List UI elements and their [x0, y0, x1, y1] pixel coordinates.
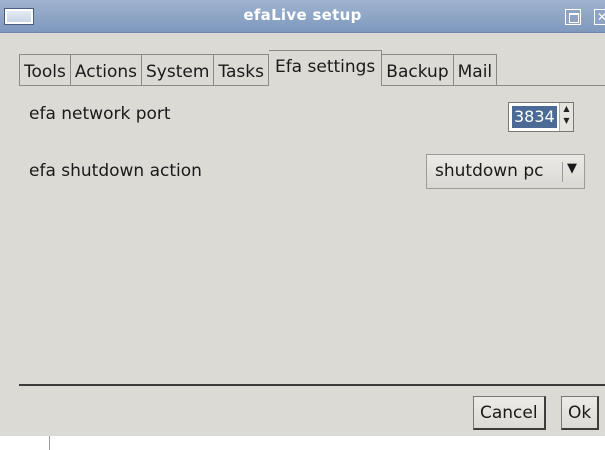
ok-button[interactable]: Ok — [561, 396, 600, 430]
tab-efa-settings[interactable]: Efa settings — [268, 50, 383, 86]
shutdown-action-combo[interactable]: shutdown pc ▼ — [426, 154, 585, 189]
tab-actions[interactable]: Actions — [70, 54, 142, 86]
window-title: efaLive setup — [243, 6, 362, 24]
title-bar[interactable]: efaLive setup ✕ — [0, 0, 605, 33]
tab-tools[interactable]: Tools — [19, 54, 71, 86]
tab-bar: Tools Actions System Tasks Efa settings … — [19, 50, 498, 86]
network-port-spinbox[interactable]: 3834 ▲ ▼ — [508, 102, 574, 132]
network-port-label: efa network port — [29, 104, 171, 124]
tab-system[interactable]: System — [142, 54, 215, 86]
combo-separator — [562, 162, 563, 182]
chevron-down-icon[interactable]: ▼ — [567, 161, 577, 176]
close-icon[interactable]: ✕ — [594, 9, 605, 25]
footer-strip — [0, 436, 605, 450]
shutdown-action-value: shutdown pc — [435, 161, 544, 181]
shutdown-action-label: efa shutdown action — [29, 161, 202, 181]
footer-divider — [49, 436, 50, 450]
tab-mail[interactable]: Mail — [453, 54, 498, 86]
spin-arrows-icon[interactable]: ▲ ▼ — [559, 103, 573, 131]
tab-tasks[interactable]: Tasks — [214, 54, 269, 86]
maximize-icon[interactable] — [565, 9, 581, 25]
cancel-button[interactable]: Cancel — [473, 396, 546, 430]
tab-backup[interactable]: Backup — [382, 54, 454, 86]
setup-window: efaLive setup ✕ Tools Actions System Tas… — [0, 0, 605, 450]
network-port-value[interactable]: 3834 — [512, 106, 557, 128]
